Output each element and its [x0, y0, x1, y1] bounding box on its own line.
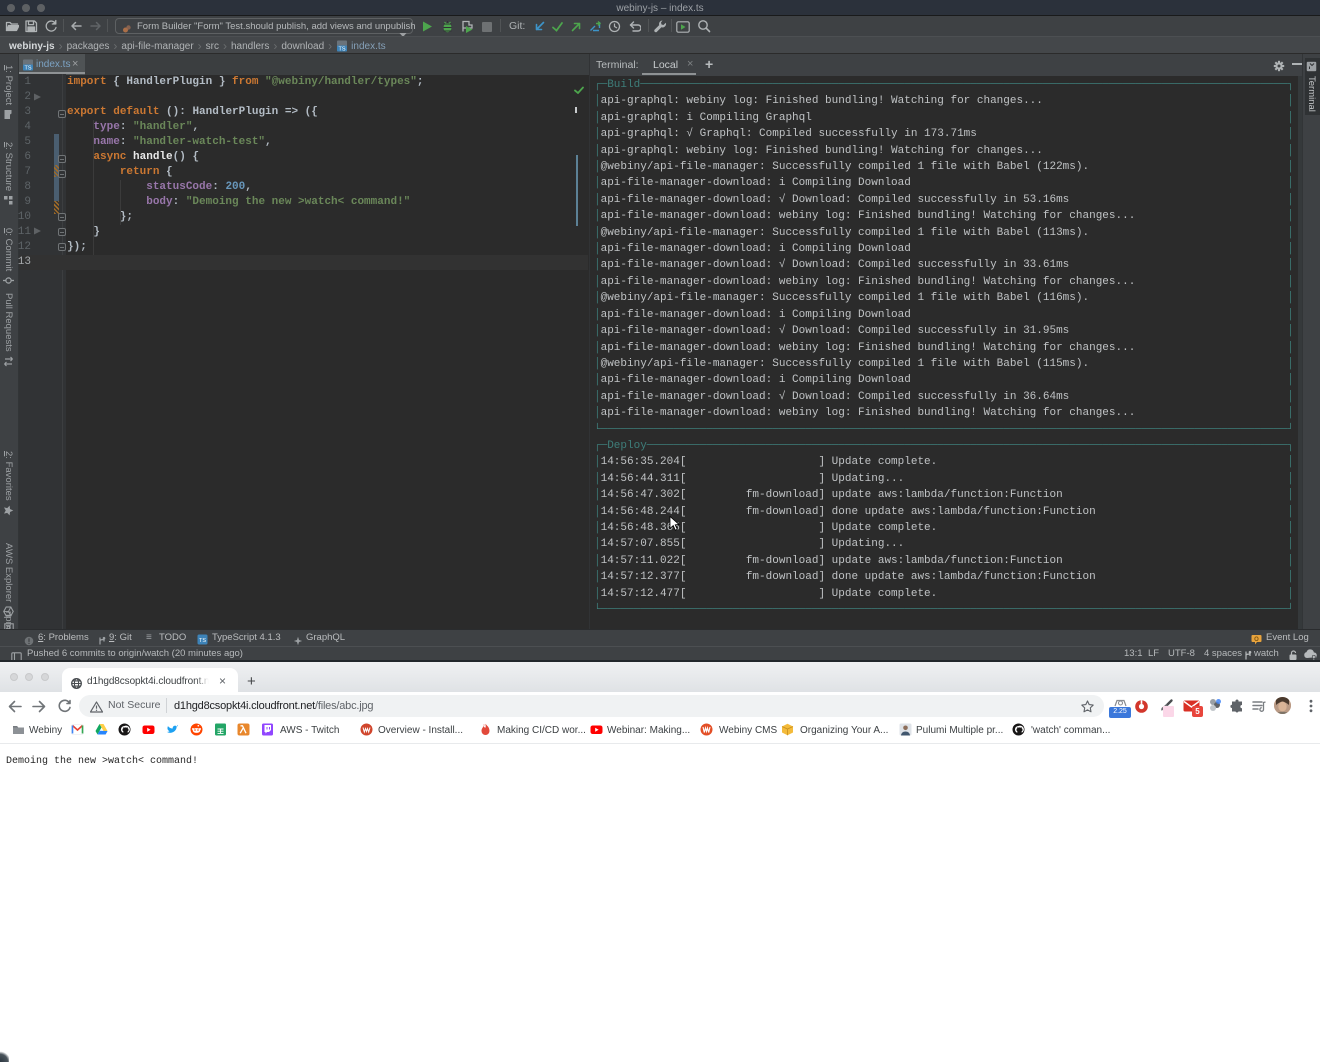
svg-text:O: O [1254, 637, 1259, 643]
svg-text:TS: TS [199, 638, 206, 644]
svg-text:TS: TS [24, 66, 31, 72]
svg-text:TS: TS [339, 46, 346, 52]
